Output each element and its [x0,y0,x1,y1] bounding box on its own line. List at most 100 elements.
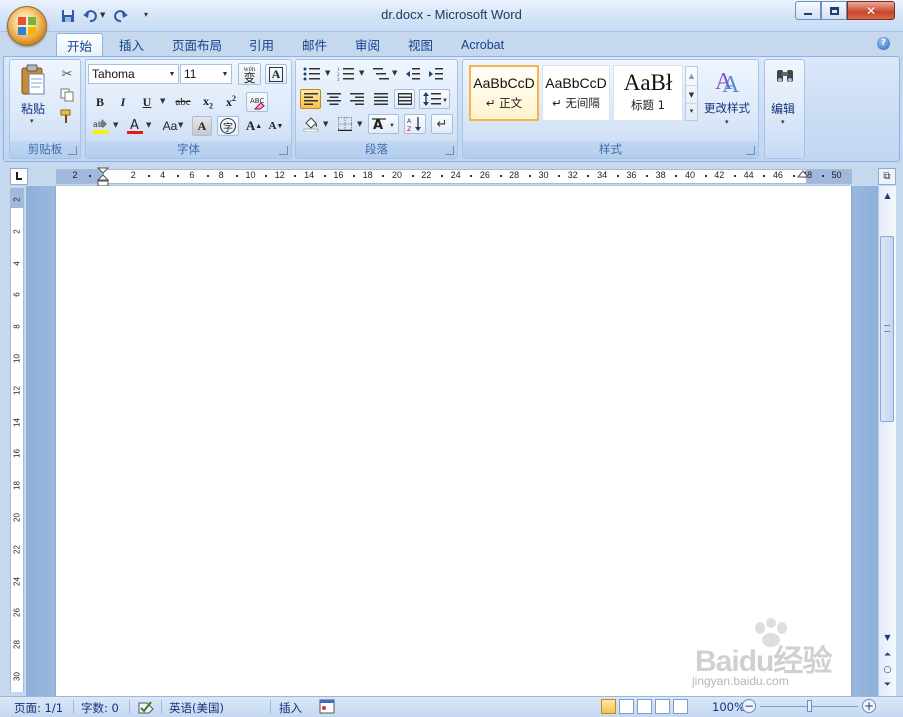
word-count[interactable]: 字数: 0 [81,700,119,716]
scroll-down-icon[interactable]: ▼ [880,630,895,644]
tab-page-layout[interactable]: 页面布局 [162,33,232,56]
maximize-button[interactable] [821,1,847,20]
office-button[interactable] [7,6,47,46]
scroll-down-icon[interactable]: ▼ [686,85,697,103]
outline-view-button[interactable] [655,699,670,714]
pilcrow-icon: ↵ [436,116,448,132]
zoom-in-button[interactable]: + [862,699,876,713]
underline-button[interactable]: U [137,92,157,112]
document-page[interactable] [56,186,851,696]
borders-dropdown-icon[interactable]: ▼ [357,120,362,128]
justify-button[interactable] [370,89,391,109]
cut-button[interactable]: ✂ [58,64,76,84]
italic-button[interactable]: I [113,92,133,112]
character-border-button[interactable]: A [265,64,287,84]
print-layout-view-button[interactable] [601,699,616,714]
indent-marker-icon[interactable] [97,167,109,187]
format-painter-button[interactable] [58,106,76,126]
tab-insert[interactable]: 插入 [109,33,154,56]
shading-button[interactable] [300,114,322,134]
insert-mode[interactable]: 插入 [279,700,302,716]
change-case-dropdown-icon[interactable]: ▼ [178,121,183,129]
paragraph-launcher-icon[interactable] [445,146,454,155]
subscript-button[interactable]: x2 [198,92,218,112]
font-size-select[interactable]: 11 ▼ [180,64,232,84]
copy-button[interactable] [58,85,76,105]
tab-view[interactable]: 视图 [398,33,443,56]
style-normal[interactable]: AaBbCcD ↵ 正文 [469,65,539,121]
highlight-dropdown-icon[interactable]: ▼ [113,121,118,129]
full-screen-reading-view-button[interactable] [619,699,634,714]
styles-launcher-icon[interactable] [746,146,755,155]
show-marks-button[interactable]: ↵ [431,114,453,134]
line-spacing-button[interactable]: ▼ [419,89,450,109]
superscript-button[interactable]: x2 [221,92,241,112]
borders-button[interactable] [334,114,356,134]
sort-button[interactable]: AZ [404,114,426,134]
increase-indent-button[interactable] [426,64,446,84]
scroll-up-icon[interactable]: ▲ [686,67,697,85]
bullets-button[interactable] [300,64,324,84]
gallery-more-icon[interactable]: ▾ [686,103,697,120]
previous-page-icon[interactable]: ⏶ [880,648,895,662]
editing-button[interactable]: 编辑 ▾ [766,62,803,136]
shrink-font-button[interactable]: A ▼ [266,116,286,136]
font-color-button[interactable]: A [124,116,146,136]
align-center-button[interactable] [323,89,344,109]
clipboard-launcher-icon[interactable] [68,146,77,155]
tab-mailings[interactable]: 邮件 [292,33,337,56]
strikethrough-button[interactable]: abc [171,92,195,112]
tab-home[interactable]: 开始 [56,33,104,56]
web-layout-view-button[interactable] [637,699,652,714]
zoom-level[interactable]: 100% [712,700,745,714]
minimize-button[interactable] [795,1,821,20]
ruler-tick-label: 10 [245,170,256,180]
proofing-icon[interactable] [137,699,155,717]
shading-dropdown-icon[interactable]: ▼ [323,120,328,128]
bold-button[interactable]: B [90,92,110,112]
tab-review[interactable]: 审阅 [345,33,390,56]
numbering-button[interactable]: 123 [334,64,358,84]
style-heading-1[interactable]: AaBł 标题 1 [613,65,683,121]
next-page-icon[interactable]: ⏷ [880,678,895,692]
character-shading-button[interactable]: A [192,116,212,136]
ruler-tick-label: 32 [567,170,578,180]
bullets-dropdown-icon[interactable]: ▼ [325,69,330,77]
scrollbar-thumb[interactable] [880,236,894,422]
zoom-out-button[interactable]: − [742,699,756,713]
grow-font-button[interactable]: A ▲ [243,116,265,136]
help-icon[interactable]: ? [877,37,890,50]
align-right-button[interactable] [346,89,367,109]
underline-dropdown-icon[interactable]: ▼ [160,97,165,105]
scroll-up-icon[interactable]: ▲ [880,188,895,202]
page-count[interactable]: 页面: 1/1 [14,700,63,716]
close-button[interactable]: ✕ [847,1,895,20]
language-indicator[interactable]: 英语(美国) [169,700,224,716]
zoom-slider-thumb[interactable] [807,700,812,712]
eraser-icon: ABC [250,97,265,110]
multilevel-dropdown-icon[interactable]: ▼ [392,69,397,77]
draft-view-button[interactable] [673,699,688,714]
view-ruler-button[interactable]: ⧉ [878,168,896,185]
distributed-button[interactable] [394,89,415,109]
font-launcher-icon[interactable] [279,146,288,155]
asian-layout-button[interactable]: A ▼ [368,114,399,134]
multilevel-list-button[interactable] [369,64,393,84]
tab-acrobat[interactable]: Acrobat [451,33,514,56]
phonetic-guide-button[interactable]: wén 变 [238,63,261,85]
style-no-spacing[interactable]: AaBbCcD ↵ 无间隔 [542,65,610,121]
font-color-dropdown-icon[interactable]: ▼ [146,121,151,129]
change-styles-button[interactable]: A A 更改样式 ▾ [702,62,756,136]
enclose-characters-button[interactable]: 字 [217,116,239,136]
highlight-button[interactable]: ab [90,116,112,136]
browse-object-icon[interactable]: ○ [880,663,895,677]
align-left-button[interactable] [300,89,321,109]
tab-references[interactable]: 引用 [239,33,284,56]
decrease-indent-button[interactable] [403,64,423,84]
macro-record-icon[interactable] [319,699,335,717]
clear-formatting-button[interactable]: ABC [246,92,268,112]
font-name-select[interactable]: Tahoma ▼ [88,64,179,84]
right-indent-marker-icon[interactable] [797,170,809,182]
styles-gallery-scroll[interactable]: ▲ ▼ ▾ [685,66,698,121]
numbering-dropdown-icon[interactable]: ▼ [359,69,364,77]
